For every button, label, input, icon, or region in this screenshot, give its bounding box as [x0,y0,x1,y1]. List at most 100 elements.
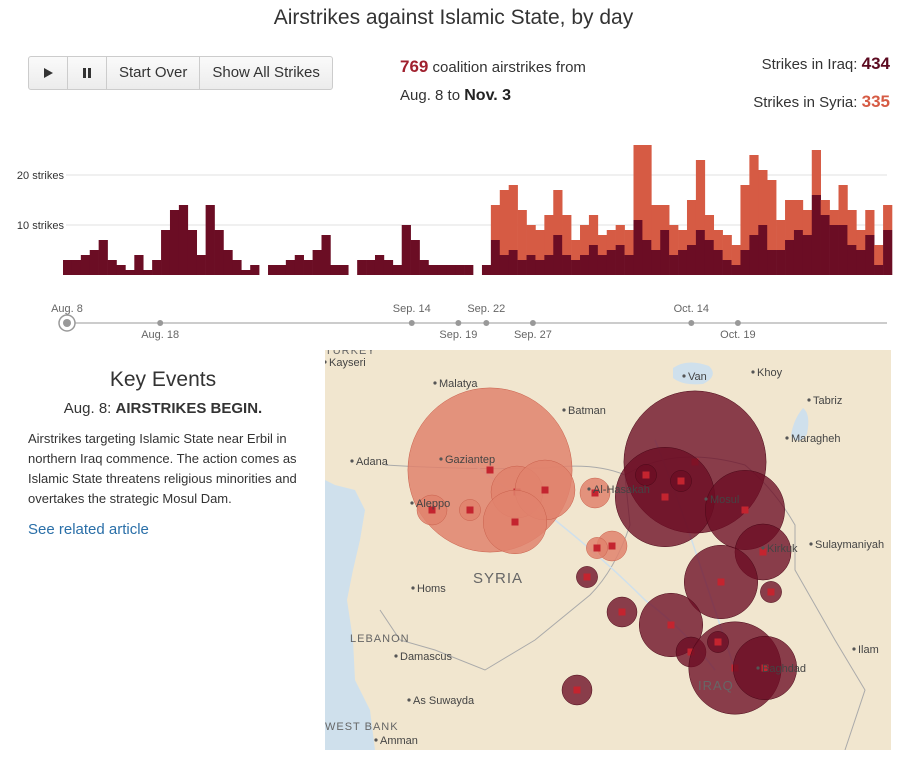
bar-iraq [464,265,474,275]
bar-iraq [508,250,518,275]
daily-strikes-chart: 10 strikes 20 strikes [17,145,893,275]
bar-iraq [437,265,447,275]
pause-button[interactable] [68,57,107,89]
timeline-marker[interactable] [734,320,741,326]
bar-syria [535,230,545,260]
bar-iraq [847,245,857,275]
bar-syria [571,240,581,260]
timeline-marker[interactable] [688,320,695,326]
bar-syria [749,155,759,235]
bar-iraq [63,260,73,275]
city-dot [562,408,566,412]
bar-iraq [205,205,215,275]
bar-syria [580,225,590,255]
bar-syria [847,210,857,245]
bar-syria [642,145,652,240]
bar-iraq [339,265,349,275]
bar-iraq [651,250,661,275]
bar-syria [767,180,777,250]
bar-iraq [802,235,813,275]
bar-iraq [268,265,278,275]
city-label: Khoy [757,367,783,379]
bar-syria [606,230,616,250]
city-label: Amman [380,735,418,747]
bar-syria [758,170,768,225]
y-tick-label: 10 strikes [17,220,65,232]
strike-marker [767,588,775,596]
bar-syria [562,215,572,255]
y-tick-label: 20 strikes [17,170,65,182]
syria-count: 335 [861,92,890,111]
city-label: Van [688,371,707,383]
timeline-label: Sep. 22 [467,303,505,315]
show-all-strikes-button[interactable]: Show All Strikes [200,57,332,89]
date-to-word: to [447,87,461,104]
bar-syria [588,215,599,245]
bar-syria [678,230,688,250]
timeline-marker[interactable] [157,320,164,326]
bar-iraq [642,240,652,275]
bar-syria [865,210,875,235]
play-icon [44,68,53,78]
city-dot [407,698,411,702]
page-title: Airstrikes against Islamic State, by day [273,6,634,29]
city-label: Maragheh [791,433,841,445]
strike-marker [642,471,650,479]
bar-iraq [98,240,108,275]
bar-syria [633,145,643,220]
city-dot [411,586,415,590]
city-label: Gaziantep [445,454,495,466]
country-counts: Strikes in Iraq: 434 Strikes in Syria: 3… [753,53,890,129]
bar-iraq [838,225,848,275]
key-events-panel: Key Events Aug. 8: AIRSTRIKES BEGIN. Air… [28,368,298,538]
timeline-marker[interactable] [455,320,462,326]
strike-marker [741,506,749,514]
city-label: Ilam [858,644,879,656]
city-label: Sulaymaniyah [815,539,884,551]
bar-syria [874,245,884,265]
bar-syria [517,210,527,260]
city-dot [704,497,708,501]
city-label: Batman [568,405,606,417]
bar-iraq [544,255,554,275]
timeline-marker[interactable] [408,320,415,326]
bar-iraq [588,245,599,275]
bar-syria [499,190,509,255]
city-label: Adana [356,456,389,468]
bar-iraq [722,260,732,275]
related-article-link[interactable]: See related article [28,521,298,538]
bar-iraq [241,270,251,275]
timeline-marker[interactable] [529,320,536,326]
bar-iraq [883,230,893,275]
city-dot [394,654,398,658]
city-label: Tabriz [813,395,842,407]
bar-syria [829,210,839,225]
bar-syria [811,150,821,195]
bar-syria [722,235,732,260]
timeline-marker[interactable] [483,320,490,326]
play-button[interactable] [29,57,68,89]
bar-iraq [321,235,331,275]
timeline-scrubber[interactable]: Aug. 8 Sep. 14 Sep. 22 Oct. 14 Aug. 18 Sep. 1… [0,298,907,343]
bar-iraq [793,230,804,275]
strike-marker [661,493,669,501]
strike-marker [541,486,549,494]
bar-iraq [669,255,679,275]
city-label: Al-Hasakah [593,484,650,496]
bar-iraq [713,250,723,275]
timeline-label: Sep. 27 [514,329,552,341]
bar-iraq [553,235,563,275]
bar-iraq [80,255,91,275]
bar-syria [883,205,893,230]
iraq-label: Strikes in Iraq: [761,56,858,73]
bar-iraq [704,240,715,275]
bar-syria [802,210,813,235]
start-over-button[interactable]: Start Over [107,57,201,89]
syria-label: Strikes in Syria: [753,94,858,111]
key-events-heading: Key Events [109,368,217,391]
country-label: IRAQ [698,678,734,693]
city-dot [756,666,760,670]
bar-syria [856,230,866,250]
total-strikes: 769 [400,57,429,76]
city-dot [439,457,443,461]
